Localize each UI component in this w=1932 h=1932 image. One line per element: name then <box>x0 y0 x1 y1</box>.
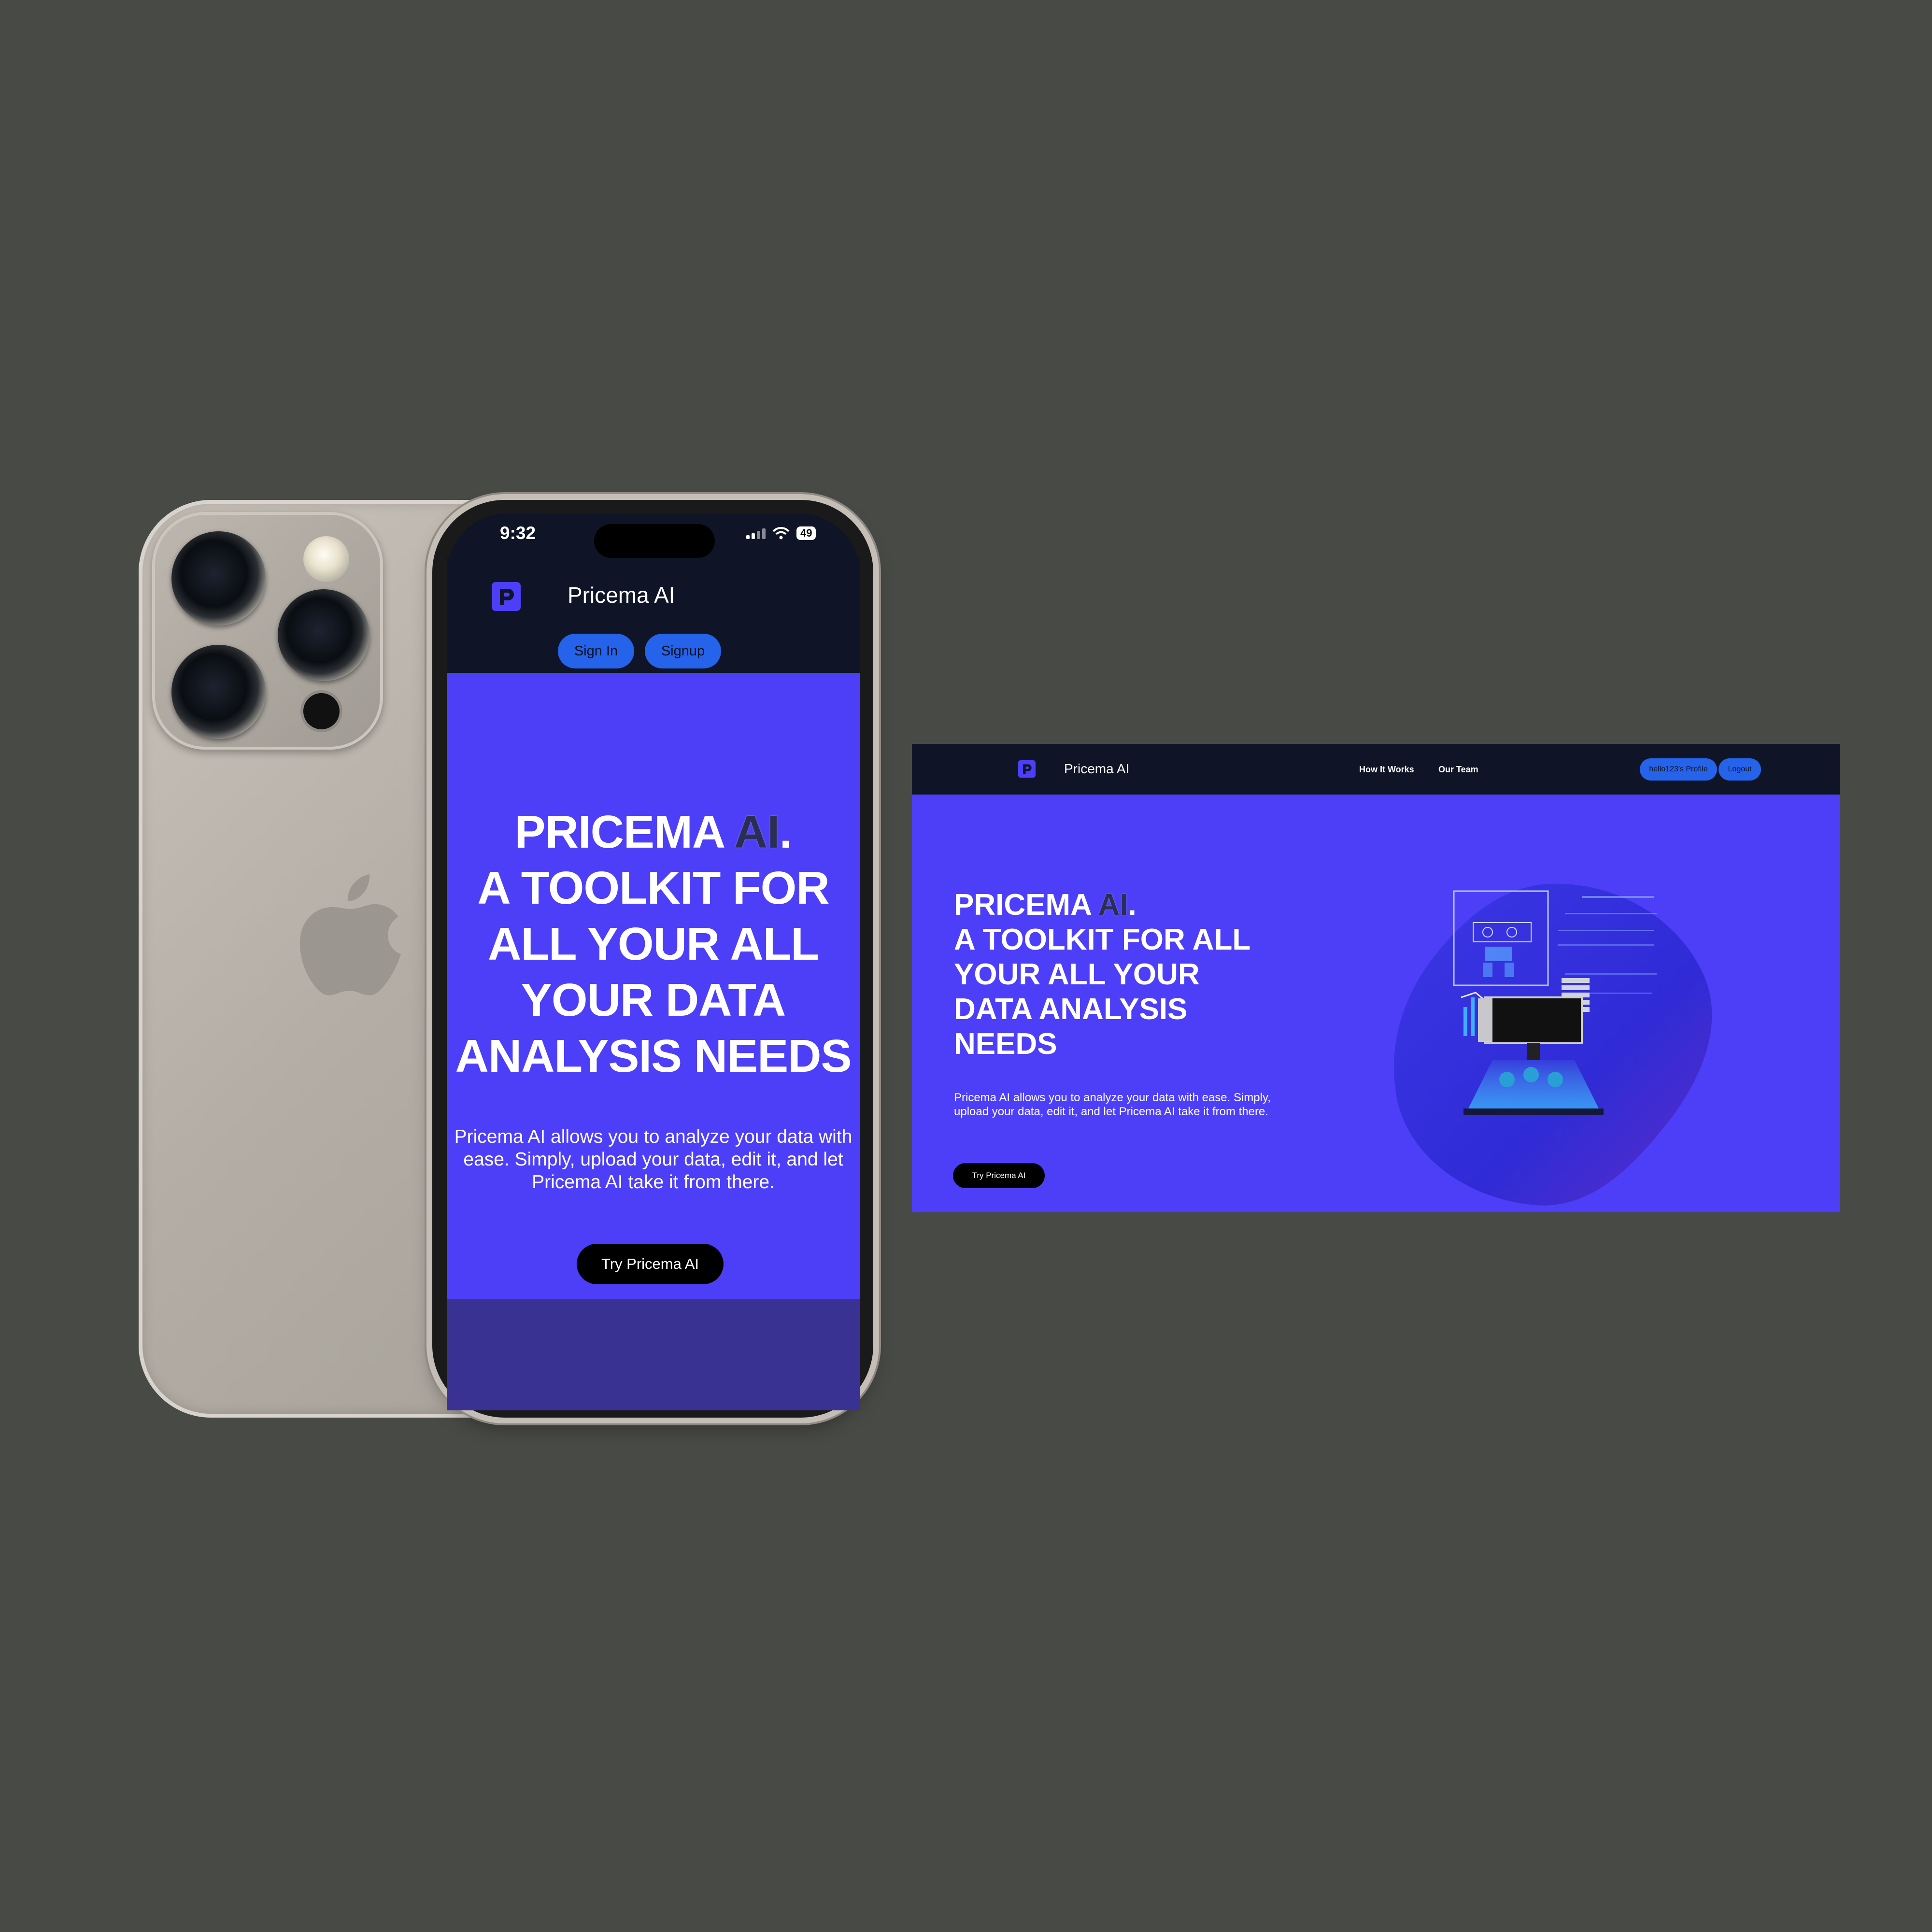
mobile-brand[interactable]: Pricema AI <box>568 582 675 608</box>
headline-dot: . <box>779 806 793 858</box>
signal-icon <box>746 527 766 539</box>
camera-lens-icon <box>171 645 266 739</box>
try-pricema-button[interactable]: Try Pricema AI <box>953 1163 1045 1188</box>
flash-icon <box>303 536 349 582</box>
camera-lens-icon <box>171 531 266 625</box>
try-pricema-button[interactable]: Try Pricema AI <box>577 1244 724 1284</box>
signup-button[interactable]: Signup <box>645 634 721 668</box>
mobile-hero-headline: PRICEMA AI. A TOOLKIT FOR ALL YOUR ALL Y… <box>447 804 860 1084</box>
headline-line: YOUR ALL YOUR <box>954 958 1200 991</box>
pricema-logo-icon <box>492 582 521 611</box>
sign-in-button[interactable]: Sign In <box>558 634 634 668</box>
headline-line: DATA ANALYSIS <box>954 993 1188 1026</box>
logout-button[interactable]: Logout <box>1719 758 1761 781</box>
lidar-sensor-icon <box>303 693 340 729</box>
headline-ai: AI <box>734 806 780 858</box>
status-icons: 49 <box>746 526 816 540</box>
desktop-hero-headline: PRICEMA AI. A TOOLKIT FOR ALL YOUR ALL Y… <box>954 888 1292 1062</box>
camera-lens-icon <box>278 589 369 681</box>
headline-line: ANALYSIS NEEDS <box>455 1030 852 1082</box>
headline-line: NEEDS <box>954 1027 1057 1061</box>
headline-dot: . <box>1128 888 1136 922</box>
data-analysis-illustration <box>1394 883 1712 1206</box>
headline-brand: PRICEMA <box>954 888 1098 922</box>
headline-line: YOUR DATA <box>521 974 786 1026</box>
desktop-brand[interactable]: Pricema AI <box>1064 761 1129 777</box>
pricema-logo-icon <box>1018 760 1036 778</box>
dynamic-island <box>594 524 715 558</box>
nav-link-our-team[interactable]: Our Team <box>1438 765 1478 775</box>
headline-line: ALL YOUR ALL <box>488 918 819 970</box>
headline-line: A TOOLKIT FOR ALL <box>954 923 1251 956</box>
desktop-hero-description: Pricema AI allows you to analyze your da… <box>954 1091 1271 1118</box>
mobile-hero-footer-band <box>447 1299 860 1410</box>
profile-button[interactable]: hello123's Profile <box>1640 758 1717 781</box>
apple-logo-icon <box>290 862 411 1007</box>
mobile-hero-description: Pricema AI allows you to analyze your da… <box>454 1126 852 1193</box>
headline-brand: PRICEMA <box>514 806 734 858</box>
wifi-icon <box>772 527 790 540</box>
headline-ai: AI <box>1098 888 1128 922</box>
battery-icon: 49 <box>796 526 816 540</box>
headline-line: A TOOLKIT FOR <box>477 862 829 914</box>
nav-link-how-it-works[interactable]: How It Works <box>1359 765 1414 775</box>
status-time: 9:32 <box>500 523 536 543</box>
